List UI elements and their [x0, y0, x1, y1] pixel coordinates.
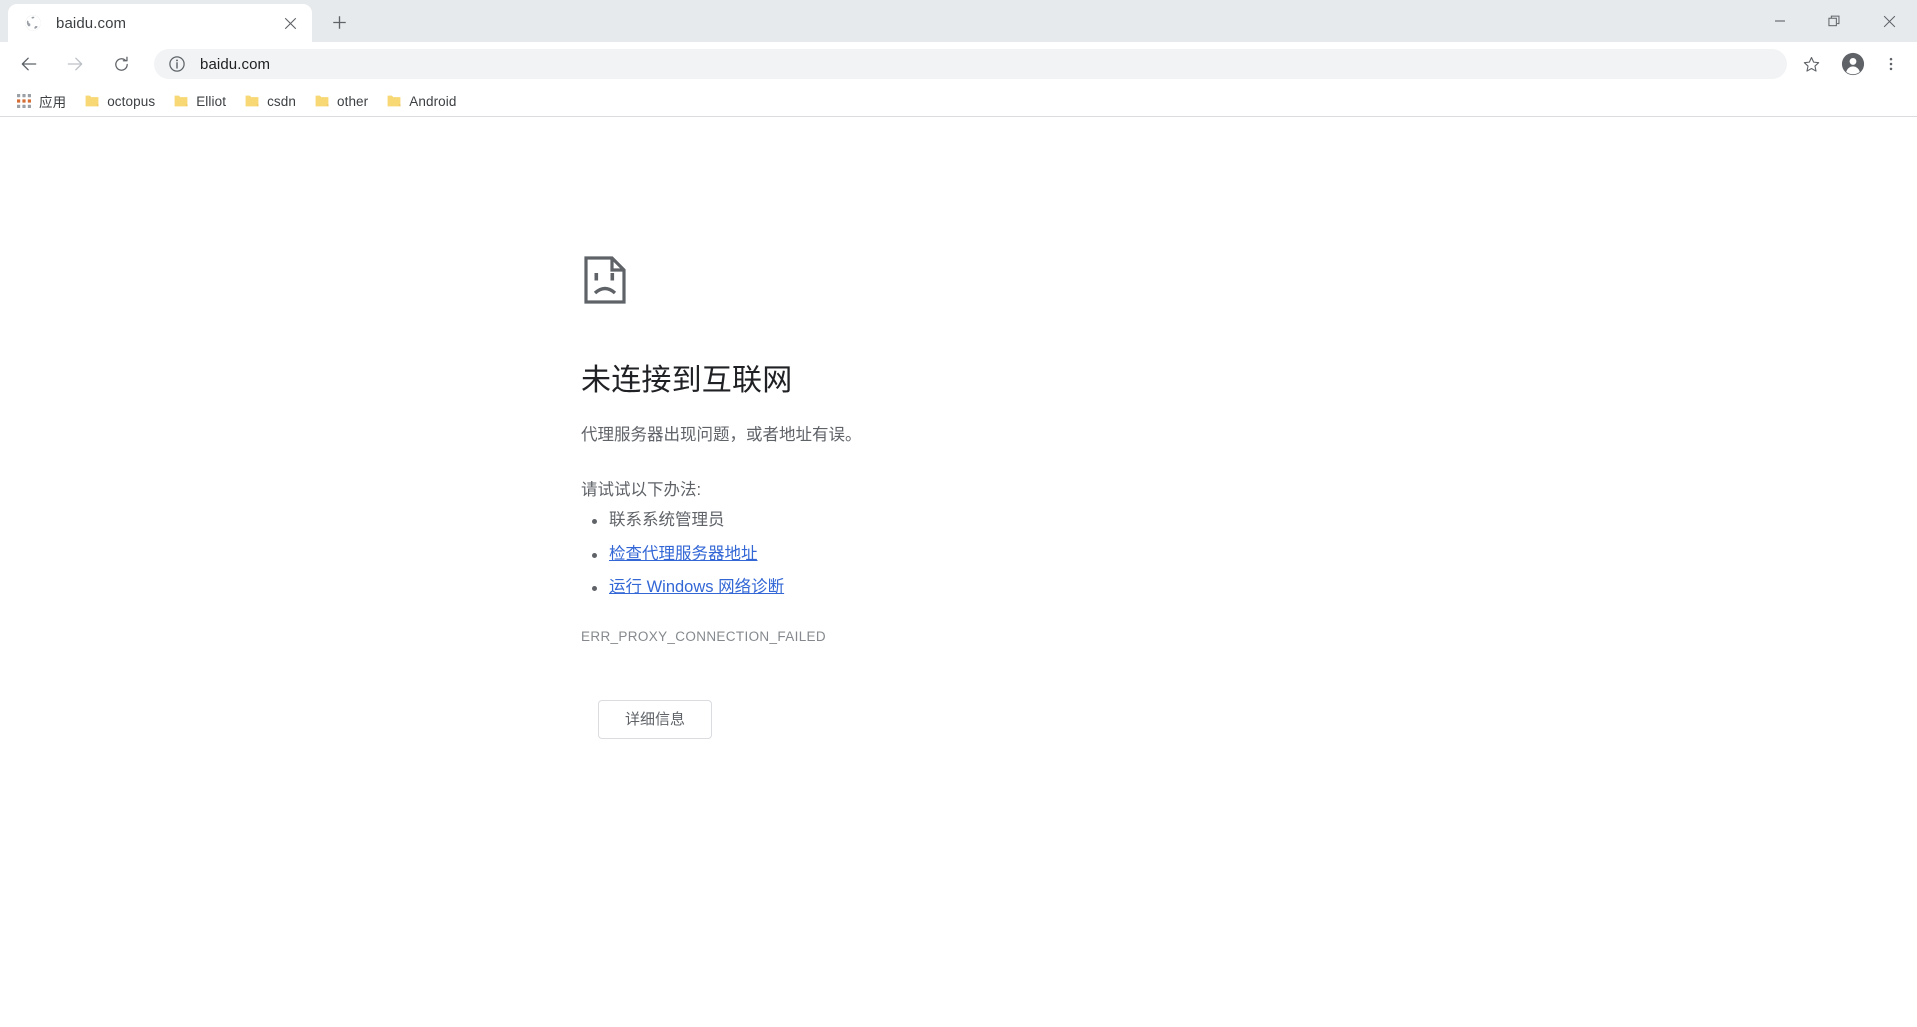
- star-icon: [1803, 56, 1819, 72]
- back-button[interactable]: [11, 46, 47, 82]
- close-icon: [1883, 15, 1896, 27]
- folder-icon: [84, 93, 100, 109]
- folder-icon: [173, 93, 189, 109]
- info-circle-icon[interactable]: [168, 55, 186, 73]
- arrow-left-icon: [21, 57, 37, 71]
- forward-button[interactable]: [57, 46, 93, 82]
- close-window-button[interactable]: [1862, 0, 1917, 42]
- tab-strip: baidu.com: [0, 0, 1917, 42]
- folder-icon: [314, 93, 330, 109]
- reload-icon: [114, 56, 128, 71]
- avatar: [1841, 52, 1865, 76]
- new-tab-button[interactable]: [322, 5, 356, 39]
- folder-icon: [386, 93, 402, 109]
- arrow-right-icon: [67, 57, 83, 71]
- page-title: 未连接到互联网: [581, 364, 793, 397]
- list-item: 联系系统管理员: [592, 508, 1181, 534]
- details-button[interactable]: 详细信息: [598, 699, 713, 739]
- minimize-button[interactable]: [1752, 0, 1807, 42]
- bookmark-label: other: [336, 93, 369, 109]
- tab-title: baidu.com: [56, 14, 127, 32]
- chrome-menu-button[interactable]: [1875, 46, 1907, 82]
- address-bar[interactable]: baidu.com: [154, 49, 1787, 79]
- address-bar-url[interactable]: baidu.com: [200, 56, 1775, 73]
- minimize-icon: [1774, 20, 1785, 22]
- list-item: 运行 Windows 网络诊断: [592, 575, 1181, 601]
- error-code: ERR_PROXY_CONNECTION_FAILED: [581, 628, 827, 644]
- profile-avatar-button[interactable]: [1835, 46, 1871, 82]
- bookmark-folder-elliot[interactable]: Elliot: [165, 89, 234, 113]
- bookmark-folder-octopus[interactable]: octopus: [76, 89, 163, 113]
- bookmark-apps[interactable]: 应用: [8, 89, 74, 113]
- run-network-diagnostics-link[interactable]: 运行 Windows 网络诊断: [609, 578, 784, 596]
- error-container: 未连接到互联网 代理服务器出现问题，或者地址有误。 请试试以下办法: 联系系统管…: [581, 117, 1181, 739]
- bookmark-folder-csdn[interactable]: csdn: [236, 89, 304, 113]
- bookmark-star-button[interactable]: [1795, 48, 1827, 80]
- error-summary: 代理服务器出现问题，或者地址有误。: [581, 425, 862, 444]
- sad-page-icon: [581, 256, 629, 304]
- globe-icon: [24, 14, 42, 32]
- bookmark-label: 应用: [39, 95, 67, 110]
- bookmark-folder-other[interactable]: other: [306, 89, 376, 113]
- bookmark-folder-android[interactable]: Android: [378, 89, 464, 113]
- browser-tab[interactable]: baidu.com: [8, 4, 312, 42]
- plus-icon: [332, 15, 346, 29]
- close-tab-icon[interactable]: [278, 11, 302, 35]
- bookmark-label: octopus: [107, 93, 156, 109]
- browser-toolbar: baidu.com: [0, 42, 1917, 86]
- suggestion-text: 联系系统管理员: [609, 511, 725, 530]
- bookmark-label: Android: [409, 93, 457, 109]
- page-content: 未连接到互联网 代理服务器出现问题，或者地址有误。 请试试以下办法: 联系系统管…: [0, 117, 1917, 1026]
- restore-icon: [1828, 15, 1840, 26]
- three-dots-icon: [1889, 57, 1893, 71]
- bookmark-label: Elliot: [196, 93, 227, 109]
- folder-icon: [244, 93, 260, 109]
- suggestions-heading: 请试试以下办法:: [581, 480, 702, 499]
- restore-button[interactable]: [1807, 0, 1862, 42]
- reload-button[interactable]: [103, 46, 139, 82]
- bookmark-label: csdn: [267, 93, 296, 109]
- bookmarks-bar: 应用 octopus Elliot csdn other Android: [0, 86, 1917, 117]
- check-proxy-link[interactable]: 检查代理服务器地址: [609, 545, 758, 563]
- suggestions-list: 联系系统管理员 检查代理服务器地址 运行 Windows 网络诊断: [581, 508, 1181, 601]
- apps-grid-icon: [16, 93, 32, 109]
- window-controls: [1752, 0, 1917, 42]
- list-item: 检查代理服务器地址: [592, 542, 1181, 568]
